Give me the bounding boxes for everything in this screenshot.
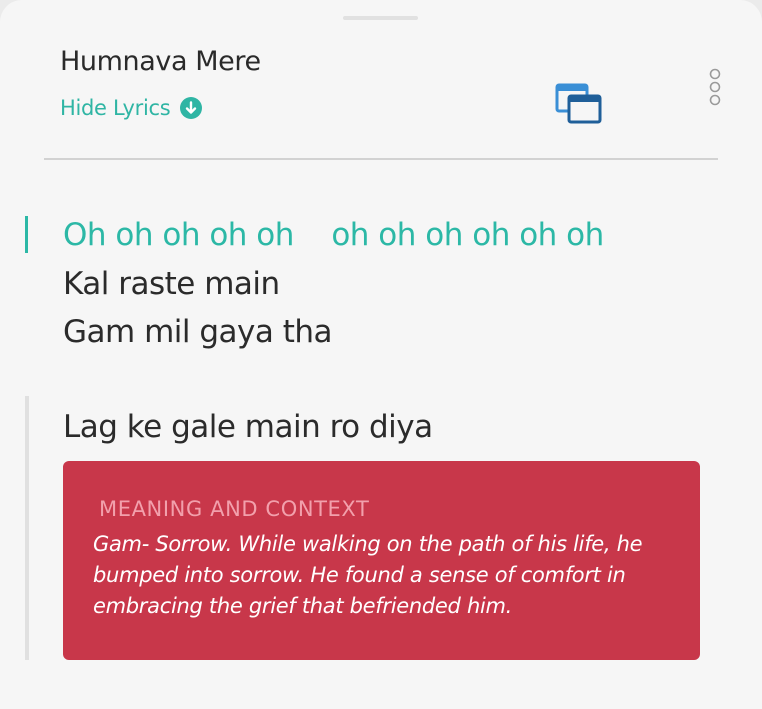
lyric-line[interactable]: Kal raste main bbox=[63, 261, 280, 307]
meaning-heading: MEANING AND CONTEXT bbox=[99, 497, 370, 521]
header-divider bbox=[44, 158, 718, 160]
lyrics-sheet: Humnava Mere Hide Lyrics Oh oh oh oh oh bbox=[0, 0, 762, 709]
meaning-card: MEANING AND CONTEXT Gam- Sorrow. While w… bbox=[63, 461, 700, 660]
hide-lyrics-button[interactable]: Hide Lyrics bbox=[60, 93, 203, 123]
arrow-down-circle-icon bbox=[179, 96, 203, 120]
lyric-line-annotated[interactable]: Lag ke gale main ro diya bbox=[63, 404, 433, 450]
song-title: Humnava Mere bbox=[60, 46, 261, 77]
lyric-line-current[interactable]: Oh oh oh oh oh oh oh oh oh oh oh bbox=[63, 212, 604, 258]
drag-handle[interactable] bbox=[343, 16, 418, 20]
current-line-indicator bbox=[25, 216, 28, 253]
annotation-indicator bbox=[25, 396, 29, 660]
picture-in-picture-icon[interactable] bbox=[555, 83, 603, 125]
meaning-body: Gam- Sorrow. While walking on the path o… bbox=[93, 532, 643, 618]
lyric-line[interactable]: Gam mil gaya tha bbox=[63, 309, 333, 355]
hide-lyrics-label: Hide Lyrics bbox=[60, 96, 171, 120]
more-vertical-icon[interactable] bbox=[702, 66, 728, 112]
